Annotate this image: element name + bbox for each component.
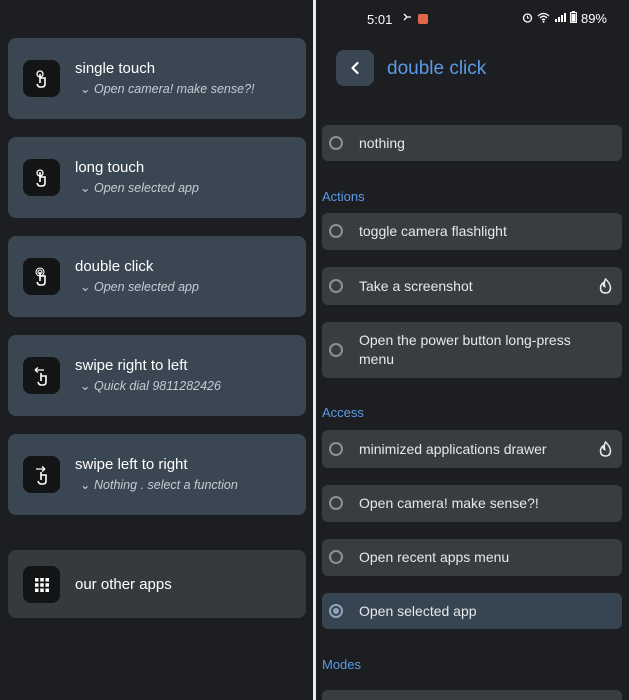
gesture-title: single touch	[75, 60, 156, 77]
radio-button[interactable]	[329, 224, 343, 238]
radio-button[interactable]	[329, 442, 343, 456]
long-press-icon	[23, 159, 60, 196]
option-minimized-drawer[interactable]: minimized applications drawer	[322, 430, 622, 468]
double-tap-icon	[23, 258, 60, 295]
gesture-card-swipe-right-to-left[interactable]: swipe right to left ⌄ Quick dial 98112824…	[8, 335, 306, 416]
battery-icon	[570, 11, 577, 26]
alarm-icon	[522, 11, 533, 26]
chevron-down-icon: ⌄	[80, 478, 91, 492]
option-partial[interactable]	[322, 690, 622, 700]
gesture-card-swipe-left-to-right[interactable]: swipe left to right ⌄ Nothing . select a …	[8, 434, 306, 515]
fire-icon	[599, 440, 612, 460]
fire-icon	[599, 277, 612, 297]
section-header-modes: Modes	[322, 657, 362, 672]
radio-button[interactable]	[329, 343, 343, 357]
gesture-action: ⌄ Quick dial 9811282426	[80, 379, 221, 393]
radio-button[interactable]	[329, 496, 343, 510]
gesture-title: long touch	[75, 159, 145, 176]
swipe-left-icon	[23, 357, 60, 394]
option-open-camera[interactable]: Open camera! make sense?!	[322, 485, 622, 522]
other-apps-button[interactable]: our other apps	[8, 550, 306, 618]
action-picker-panel: 5:01 89% double click nothing Actions to…	[316, 0, 629, 700]
gesture-title: swipe right to left	[75, 357, 188, 374]
radio-button[interactable]	[329, 550, 343, 564]
chevron-down-icon: ⌄	[80, 82, 91, 96]
swipe-right-icon	[23, 456, 60, 493]
radio-button[interactable]	[329, 136, 343, 150]
option-nothing[interactable]: nothing	[322, 125, 622, 161]
chevron-down-icon: ⌄	[80, 181, 91, 195]
status-time: 5:01	[367, 12, 393, 27]
option-open-selected-app[interactable]: Open selected app	[322, 593, 622, 629]
section-header-actions: Actions	[322, 189, 365, 204]
gesture-action: ⌄ Open selected app	[80, 181, 199, 195]
option-toggle-flashlight[interactable]: toggle camera flashlight	[322, 213, 622, 250]
option-take-screenshot[interactable]: Take a screenshot	[322, 267, 622, 305]
tap-icon	[23, 60, 60, 97]
option-power-menu[interactable]: Open the power button long-press menu	[322, 322, 622, 378]
grid-apps-icon	[23, 566, 60, 603]
option-recent-apps[interactable]: Open recent apps menu	[322, 539, 622, 576]
section-header-access: Access	[322, 405, 364, 420]
notification-icon	[402, 11, 412, 26]
battery-percent: 89%	[580, 11, 607, 26]
chevron-down-icon: ⌄	[80, 280, 91, 294]
gesture-card-long-touch[interactable]: long touch ⌄ Open selected app	[8, 137, 306, 218]
radio-button-selected[interactable]	[329, 604, 343, 618]
gesture-card-double-click[interactable]: double click ⌄ Open selected app	[8, 236, 306, 317]
chevron-left-icon	[351, 61, 359, 75]
back-button[interactable]	[336, 50, 374, 86]
gesture-action: ⌄ Open camera! make sense?!	[80, 82, 255, 96]
radio-button[interactable]	[329, 279, 343, 293]
other-apps-label: our other apps	[75, 576, 172, 593]
gesture-title: swipe left to right	[75, 456, 188, 473]
chevron-down-icon: ⌄	[80, 379, 91, 393]
gesture-action: ⌄ Open selected app	[80, 280, 199, 294]
gesture-title: double click	[75, 258, 154, 275]
wifi-icon	[537, 11, 550, 26]
gesture-list-panel: single touch ⌄ Open camera! make sense?! …	[0, 0, 313, 700]
signal-icon	[554, 11, 566, 26]
gesture-action: ⌄ Nothing . select a function	[80, 478, 238, 492]
status-bar: 5:01 89%	[316, 0, 629, 36]
app-notification-icon	[418, 13, 428, 24]
gesture-card-single-touch[interactable]: single touch ⌄ Open camera! make sense?!	[8, 38, 306, 119]
page-title: double click	[387, 58, 487, 79]
